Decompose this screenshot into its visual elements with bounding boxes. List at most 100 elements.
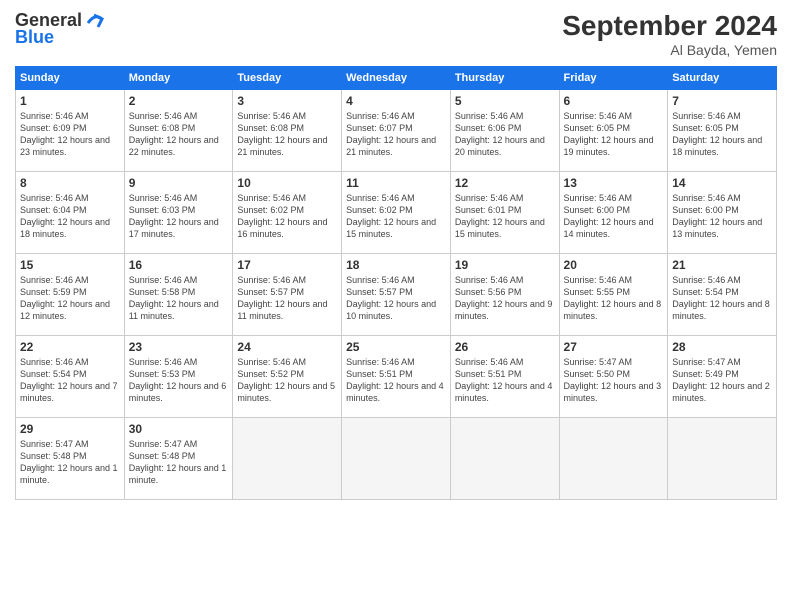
day-number: 10 bbox=[237, 176, 337, 190]
day-info: Sunrise: 5:46 AM Sunset: 5:54 PM Dayligh… bbox=[672, 274, 772, 323]
day-info: Sunrise: 5:46 AM Sunset: 6:07 PM Dayligh… bbox=[346, 110, 446, 159]
calendar-cell: 1 Sunrise: 5:46 AM Sunset: 6:09 PM Dayli… bbox=[16, 90, 125, 172]
calendar-cell bbox=[559, 418, 668, 500]
day-number: 27 bbox=[564, 340, 664, 354]
logo: General Blue bbox=[15, 10, 106, 48]
day-number: 22 bbox=[20, 340, 120, 354]
calendar-cell: 10 Sunrise: 5:46 AM Sunset: 6:02 PM Dayl… bbox=[233, 172, 342, 254]
day-info: Sunrise: 5:46 AM Sunset: 5:54 PM Dayligh… bbox=[20, 356, 120, 405]
calendar-day-header: Wednesday bbox=[342, 67, 451, 90]
day-number: 8 bbox=[20, 176, 120, 190]
day-info: Sunrise: 5:46 AM Sunset: 5:59 PM Dayligh… bbox=[20, 274, 120, 323]
calendar-cell: 16 Sunrise: 5:46 AM Sunset: 5:58 PM Dayl… bbox=[124, 254, 233, 336]
calendar-cell: 20 Sunrise: 5:46 AM Sunset: 5:55 PM Dayl… bbox=[559, 254, 668, 336]
day-info: Sunrise: 5:46 AM Sunset: 5:53 PM Dayligh… bbox=[129, 356, 229, 405]
day-number: 3 bbox=[237, 94, 337, 108]
calendar-cell: 17 Sunrise: 5:46 AM Sunset: 5:57 PM Dayl… bbox=[233, 254, 342, 336]
month-year: September 2024 bbox=[562, 10, 777, 42]
calendar-cell: 8 Sunrise: 5:46 AM Sunset: 6:04 PM Dayli… bbox=[16, 172, 125, 254]
calendar-cell: 22 Sunrise: 5:46 AM Sunset: 5:54 PM Dayl… bbox=[16, 336, 125, 418]
calendar-cell: 23 Sunrise: 5:46 AM Sunset: 5:53 PM Dayl… bbox=[124, 336, 233, 418]
day-info: Sunrise: 5:46 AM Sunset: 6:05 PM Dayligh… bbox=[564, 110, 664, 159]
day-info: Sunrise: 5:46 AM Sunset: 6:00 PM Dayligh… bbox=[564, 192, 664, 241]
calendar-cell: 2 Sunrise: 5:46 AM Sunset: 6:08 PM Dayli… bbox=[124, 90, 233, 172]
day-number: 13 bbox=[564, 176, 664, 190]
day-number: 20 bbox=[564, 258, 664, 272]
day-info: Sunrise: 5:46 AM Sunset: 6:03 PM Dayligh… bbox=[129, 192, 229, 241]
calendar-cell: 4 Sunrise: 5:46 AM Sunset: 6:07 PM Dayli… bbox=[342, 90, 451, 172]
day-number: 17 bbox=[237, 258, 337, 272]
day-info: Sunrise: 5:46 AM Sunset: 5:57 PM Dayligh… bbox=[237, 274, 337, 323]
calendar-cell: 3 Sunrise: 5:46 AM Sunset: 6:08 PM Dayli… bbox=[233, 90, 342, 172]
page: General Blue September 2024 Al Bayda, Ye… bbox=[0, 0, 792, 612]
day-info: Sunrise: 5:46 AM Sunset: 6:04 PM Dayligh… bbox=[20, 192, 120, 241]
day-info: Sunrise: 5:46 AM Sunset: 6:08 PM Dayligh… bbox=[237, 110, 337, 159]
calendar-cell: 6 Sunrise: 5:46 AM Sunset: 6:05 PM Dayli… bbox=[559, 90, 668, 172]
logo-block: General Blue bbox=[15, 10, 106, 48]
day-info: Sunrise: 5:46 AM Sunset: 6:01 PM Dayligh… bbox=[455, 192, 555, 241]
calendar-cell: 21 Sunrise: 5:46 AM Sunset: 5:54 PM Dayl… bbox=[668, 254, 777, 336]
day-info: Sunrise: 5:46 AM Sunset: 6:00 PM Dayligh… bbox=[672, 192, 772, 241]
day-number: 12 bbox=[455, 176, 555, 190]
day-info: Sunrise: 5:46 AM Sunset: 6:02 PM Dayligh… bbox=[346, 192, 446, 241]
day-number: 14 bbox=[672, 176, 772, 190]
day-number: 2 bbox=[129, 94, 229, 108]
calendar-cell: 29 Sunrise: 5:47 AM Sunset: 5:48 PM Dayl… bbox=[16, 418, 125, 500]
day-number: 26 bbox=[455, 340, 555, 354]
calendar-cell bbox=[342, 418, 451, 500]
day-number: 1 bbox=[20, 94, 120, 108]
calendar-cell: 11 Sunrise: 5:46 AM Sunset: 6:02 PM Dayl… bbox=[342, 172, 451, 254]
day-number: 6 bbox=[564, 94, 664, 108]
calendar-day-header: Saturday bbox=[668, 67, 777, 90]
day-number: 18 bbox=[346, 258, 446, 272]
calendar-day-header: Friday bbox=[559, 67, 668, 90]
day-info: Sunrise: 5:46 AM Sunset: 5:58 PM Dayligh… bbox=[129, 274, 229, 323]
calendar-day-header: Sunday bbox=[16, 67, 125, 90]
title-block: September 2024 Al Bayda, Yemen bbox=[562, 10, 777, 58]
calendar-cell: 15 Sunrise: 5:46 AM Sunset: 5:59 PM Dayl… bbox=[16, 254, 125, 336]
day-info: Sunrise: 5:46 AM Sunset: 5:52 PM Dayligh… bbox=[237, 356, 337, 405]
logo-blue: Blue bbox=[15, 27, 54, 48]
calendar-header-row: SundayMondayTuesdayWednesdayThursdayFrid… bbox=[16, 67, 777, 90]
day-info: Sunrise: 5:46 AM Sunset: 5:56 PM Dayligh… bbox=[455, 274, 555, 323]
day-number: 25 bbox=[346, 340, 446, 354]
day-info: Sunrise: 5:46 AM Sunset: 5:51 PM Dayligh… bbox=[346, 356, 446, 405]
day-info: Sunrise: 5:46 AM Sunset: 5:57 PM Dayligh… bbox=[346, 274, 446, 323]
day-info: Sunrise: 5:47 AM Sunset: 5:49 PM Dayligh… bbox=[672, 356, 772, 405]
day-number: 24 bbox=[237, 340, 337, 354]
calendar-table: SundayMondayTuesdayWednesdayThursdayFrid… bbox=[15, 66, 777, 500]
calendar-cell: 5 Sunrise: 5:46 AM Sunset: 6:06 PM Dayli… bbox=[450, 90, 559, 172]
calendar-cell: 9 Sunrise: 5:46 AM Sunset: 6:03 PM Dayli… bbox=[124, 172, 233, 254]
day-info: Sunrise: 5:46 AM Sunset: 6:09 PM Dayligh… bbox=[20, 110, 120, 159]
day-number: 21 bbox=[672, 258, 772, 272]
day-number: 5 bbox=[455, 94, 555, 108]
day-number: 28 bbox=[672, 340, 772, 354]
calendar-cell: 14 Sunrise: 5:46 AM Sunset: 6:00 PM Dayl… bbox=[668, 172, 777, 254]
calendar-cell bbox=[668, 418, 777, 500]
logo-icon bbox=[84, 9, 106, 31]
calendar-cell: 27 Sunrise: 5:47 AM Sunset: 5:50 PM Dayl… bbox=[559, 336, 668, 418]
day-info: Sunrise: 5:47 AM Sunset: 5:48 PM Dayligh… bbox=[129, 438, 229, 487]
calendar-cell: 7 Sunrise: 5:46 AM Sunset: 6:05 PM Dayli… bbox=[668, 90, 777, 172]
calendar-cell: 19 Sunrise: 5:46 AM Sunset: 5:56 PM Dayl… bbox=[450, 254, 559, 336]
calendar-day-header: Tuesday bbox=[233, 67, 342, 90]
calendar-cell: 18 Sunrise: 5:46 AM Sunset: 5:57 PM Dayl… bbox=[342, 254, 451, 336]
calendar-cell: 12 Sunrise: 5:46 AM Sunset: 6:01 PM Dayl… bbox=[450, 172, 559, 254]
calendar-day-header: Thursday bbox=[450, 67, 559, 90]
day-info: Sunrise: 5:46 AM Sunset: 5:51 PM Dayligh… bbox=[455, 356, 555, 405]
day-info: Sunrise: 5:46 AM Sunset: 6:08 PM Dayligh… bbox=[129, 110, 229, 159]
day-number: 15 bbox=[20, 258, 120, 272]
calendar-cell: 30 Sunrise: 5:47 AM Sunset: 5:48 PM Dayl… bbox=[124, 418, 233, 500]
calendar-cell: 26 Sunrise: 5:46 AM Sunset: 5:51 PM Dayl… bbox=[450, 336, 559, 418]
day-info: Sunrise: 5:47 AM Sunset: 5:48 PM Dayligh… bbox=[20, 438, 120, 487]
day-info: Sunrise: 5:47 AM Sunset: 5:50 PM Dayligh… bbox=[564, 356, 664, 405]
day-info: Sunrise: 5:46 AM Sunset: 6:06 PM Dayligh… bbox=[455, 110, 555, 159]
day-number: 30 bbox=[129, 422, 229, 436]
calendar-cell bbox=[233, 418, 342, 500]
calendar-day-header: Monday bbox=[124, 67, 233, 90]
day-number: 7 bbox=[672, 94, 772, 108]
location: Al Bayda, Yemen bbox=[562, 42, 777, 58]
day-number: 19 bbox=[455, 258, 555, 272]
header: General Blue September 2024 Al Bayda, Ye… bbox=[15, 10, 777, 58]
calendar-cell: 28 Sunrise: 5:47 AM Sunset: 5:49 PM Dayl… bbox=[668, 336, 777, 418]
